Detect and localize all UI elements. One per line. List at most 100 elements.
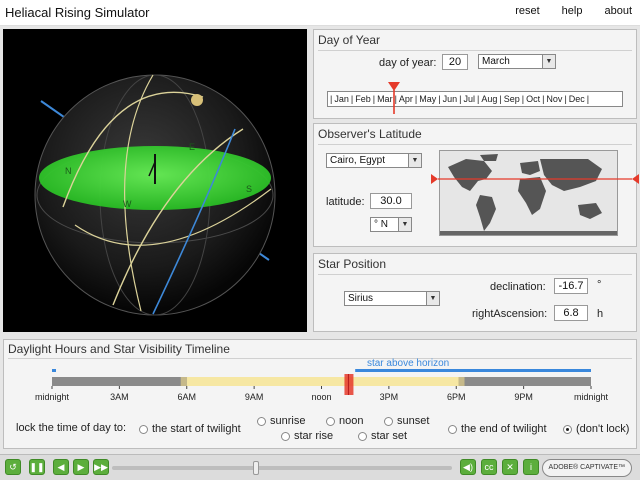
star-position-title: Star Position — [318, 257, 387, 271]
chevron-down-icon: ▼ — [542, 55, 555, 68]
about-link[interactable]: about — [604, 5, 632, 17]
radio-dot — [257, 416, 266, 426]
title-divider — [318, 144, 632, 145]
latitude-marker[interactable] — [431, 173, 639, 185]
month-separator: | — [586, 94, 590, 104]
day-marker[interactable] — [387, 81, 401, 115]
reset-link[interactable]: reset — [515, 5, 539, 17]
lock-sunrise-radio[interactable]: sunrise — [257, 415, 305, 427]
latitude-input[interactable]: 30.0 — [370, 193, 412, 209]
radio-dot — [358, 431, 367, 441]
adobe-captivate-badge: ADOBE® CAPTIVATE™ — [541, 459, 632, 477]
month-label-jun[interactable]: Jun — [441, 94, 460, 104]
lock-noon-radio[interactable]: noon — [326, 415, 363, 427]
playback-scrubber[interactable] — [112, 466, 452, 470]
right-ascension-input[interactable]: 6.8 — [554, 305, 588, 321]
step-back-icon: ◀ — [57, 461, 65, 472]
month-label-feb[interactable]: Feb — [353, 94, 373, 104]
month-label-oct[interactable]: Oct — [524, 94, 542, 104]
month-label-may[interactable]: May — [417, 94, 438, 104]
month-label-aug[interactable]: Aug — [479, 94, 499, 104]
latitude-label: latitude: — [326, 196, 365, 208]
timeline-tick-label: 9PM — [514, 392, 533, 402]
day-of-year-label: day of year: — [379, 57, 437, 69]
dont-lock-label: (don't lock) — [576, 423, 630, 435]
help-link[interactable]: help — [562, 5, 583, 17]
month-slider[interactable]: | Jan | Feb | Mar | Apr | May | Jun | Jul | Aug | Sep | Oct… — [327, 91, 623, 107]
timeline-tick-label: noon — [311, 392, 331, 402]
lock-start-twilight-radio[interactable]: the start of twilight — [139, 423, 241, 435]
lock-star-rise-radio[interactable]: star rise — [281, 430, 333, 442]
observer-latitude-title: Observer's Latitude — [318, 127, 422, 141]
info-button[interactable]: i — [523, 459, 539, 475]
hemisphere-select[interactable]: ° N ▼ — [370, 217, 412, 232]
title-divider — [318, 50, 632, 51]
month-label-jan[interactable]: Jan — [332, 94, 351, 104]
declination-unit: ° — [597, 279, 602, 291]
day-of-year-panel: Day of Year day of year: 20 March ▼ | Jan… — [313, 29, 637, 119]
month-label-dec[interactable]: Dec — [567, 94, 587, 104]
dont-lock-radio[interactable]: (don't lock) — [563, 423, 629, 435]
right-ascension-unit: h — [597, 308, 604, 320]
east-label: E — [189, 142, 195, 152]
lock-time-label: lock the time of day to: — [16, 422, 127, 434]
cc-icon: cc — [484, 462, 494, 472]
latitude-marker-left — [431, 174, 438, 184]
close-button[interactable]: ✕ — [502, 459, 518, 475]
lock-end-twilight-label: the end of twilight — [461, 423, 547, 435]
timeline-tick-label: 3PM — [380, 392, 399, 402]
day-of-year-input[interactable]: 20 — [442, 54, 468, 70]
radio-dot — [326, 416, 335, 426]
radio-dot — [563, 424, 572, 434]
lock-noon-label: noon — [339, 415, 364, 427]
pause-button[interactable]: ❚❚ — [29, 459, 45, 475]
timeline-tick-label: midnight — [574, 392, 609, 402]
forward-button[interactable]: ▶ — [73, 459, 89, 475]
scrubber-thumb[interactable] — [253, 461, 259, 475]
celestial-sphere-view[interactable]: N W S E — [3, 29, 307, 332]
north-label: N — [65, 166, 72, 176]
close-icon: ✕ — [506, 461, 514, 472]
celestial-sphere[interactable]: N W S E — [3, 29, 307, 332]
chevron-down-icon: ▼ — [408, 154, 421, 167]
chevron-down-icon: ▼ — [398, 218, 411, 231]
declination-label: declination: — [490, 281, 546, 293]
declination-input[interactable]: -16.7 — [554, 278, 588, 294]
lock-end-twilight-radio[interactable]: the end of twilight — [448, 423, 547, 435]
lock-sunset-label: sunset — [397, 415, 430, 427]
star-above-horizon-bar — [355, 369, 591, 372]
lock-sunrise-label: sunrise — [270, 415, 306, 427]
captions-button[interactable]: cc — [481, 459, 497, 475]
star-above-horizon-label: star above horizon — [367, 358, 449, 369]
month-label-nov[interactable]: Nov — [544, 94, 564, 104]
lock-star-set-radio[interactable]: star set — [358, 430, 407, 442]
timeline-tick-label: 6AM — [177, 392, 196, 402]
rewind-icon: ↺ — [9, 461, 17, 472]
dawn-twilight — [180, 377, 187, 386]
player-bar: ↺ ❚❚ ◀ ▶ ▶▶ ◀) cc ✕ i ADOBE® CAPTIVATE™ — [0, 454, 640, 480]
month-select[interactable]: March ▼ — [478, 54, 556, 69]
chevron-down-icon: ▼ — [426, 292, 439, 305]
star-select[interactable]: Sirius ▼ — [344, 291, 440, 306]
visibility-timeline[interactable]: star above horizon midnight 3AM 6AM 9AM noon 3… — [4, 356, 638, 418]
timeline-tick-label: midnight — [35, 392, 70, 402]
back-button[interactable]: ◀ — [53, 459, 69, 475]
month-label-sep[interactable]: Sep — [502, 94, 522, 104]
timeline-title: Daylight Hours and Star Visibility Timel… — [8, 342, 230, 356]
right-ascension-label: rightAscension: — [472, 308, 548, 320]
rewind-button[interactable]: ↺ — [5, 459, 21, 475]
timeline-tick-label: 3AM — [110, 392, 129, 402]
location-select-value: Cairo, Egypt — [330, 155, 386, 166]
south-label: S — [246, 184, 252, 194]
world-map[interactable] — [439, 150, 618, 236]
lock-star-set-label: star set — [371, 430, 408, 442]
lock-star-rise-label: star rise — [294, 430, 334, 442]
star-above-horizon-start — [52, 369, 56, 372]
location-select[interactable]: Cairo, Egypt ▼ — [326, 153, 422, 168]
next-button[interactable]: ▶▶ — [93, 459, 109, 475]
sun-marker — [191, 94, 203, 106]
lock-sunset-radio[interactable]: sunset — [384, 415, 429, 427]
month-label-jul[interactable]: Jul — [461, 94, 477, 104]
volume-button[interactable]: ◀) — [460, 459, 476, 475]
top-links: reset help about — [515, 5, 632, 17]
